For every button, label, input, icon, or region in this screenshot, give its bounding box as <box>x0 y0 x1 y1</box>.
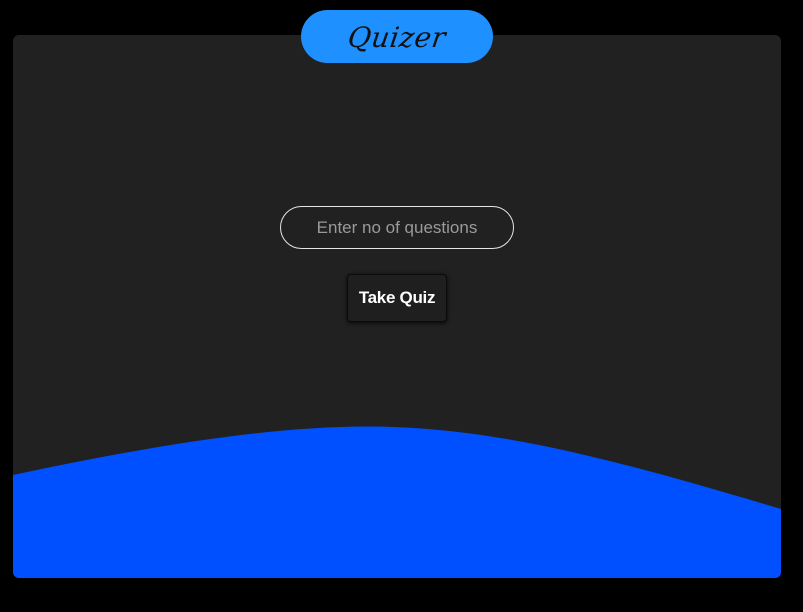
app-title: Quizer <box>345 20 449 54</box>
brand-badge: Quizer <box>301 10 493 63</box>
questions-count-input[interactable] <box>280 206 514 249</box>
page: Quizer Take Quiz <box>0 0 803 612</box>
take-quiz-button[interactable]: Take Quiz <box>347 274 447 322</box>
